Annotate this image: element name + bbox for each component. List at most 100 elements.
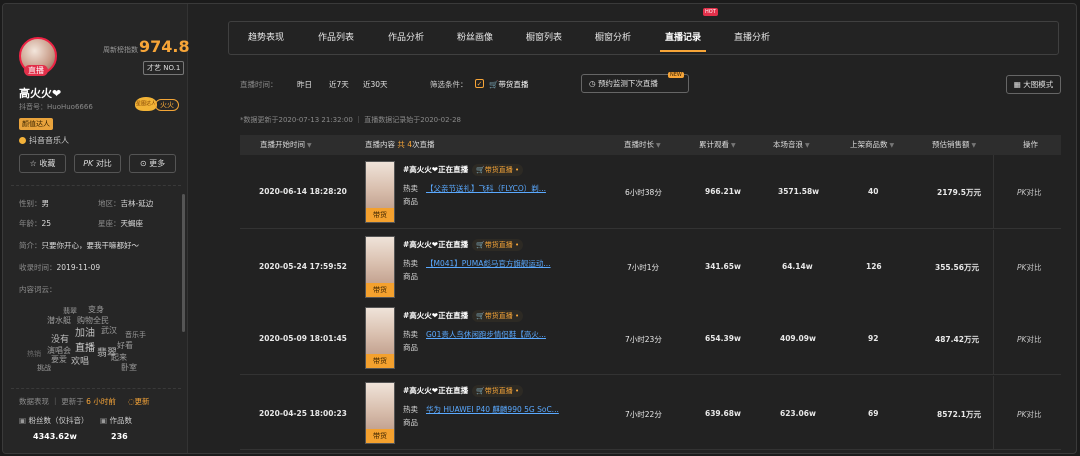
intro-info: 简介：只要你开心，要我干嘛都好～: [19, 241, 139, 250]
col-sound[interactable]: 本场音浪 ▼: [773, 135, 810, 156]
rank-badge: 才艺 NO.1: [143, 61, 185, 75]
cell-sales: 355.56万元: [935, 263, 979, 272]
cell-start: 2020-05-09 18:01:45: [259, 334, 347, 343]
hot-label: 热卖: [403, 259, 418, 268]
tab-works-list[interactable]: 作品列表: [307, 22, 365, 54]
live-thumbnail[interactable]: 带货: [365, 382, 395, 444]
cell-start: 2020-06-14 18:28:20: [259, 187, 347, 196]
compare-link[interactable]: PK对比: [1017, 187, 1041, 198]
thumb-label: 带货: [366, 429, 394, 443]
sort-icon: ▼: [805, 142, 810, 149]
favorite-label: 收藏: [39, 159, 56, 168]
table-row[interactable]: 2020-04-25 18:00:23 带货 #高火火❤正在直播 🛒带货直播 • …: [240, 376, 1061, 450]
live-tag: 🛒带货直播 •: [472, 239, 524, 251]
condition-label: 筛选条件：: [430, 80, 468, 89]
live-title[interactable]: #高火火❤正在直播 🛒带货直播 •: [403, 164, 524, 176]
more-button[interactable]: ⊙ 更多: [129, 154, 176, 173]
data-update-note: *数据更新于2020-07-13 21:32:00 ｜ 直播数据记录始于2020…: [240, 116, 461, 124]
hot-label: 热卖: [403, 330, 418, 339]
cloud-word: 直播: [75, 343, 95, 354]
gender-info: 性别：男: [19, 199, 49, 208]
compare-link[interactable]: PK对比: [1017, 409, 1041, 420]
table-row[interactable]: 2020-06-14 18:28:20 带货 #高火火❤正在直播 🛒带货直播 • …: [240, 155, 1061, 229]
cell-start: 2020-05-24 17:59:52: [259, 262, 347, 271]
live-thumbnail[interactable]: 带货: [365, 236, 395, 298]
live-tag: 🛒带货直播 •: [472, 164, 524, 176]
cell-sound: 3571.58w: [778, 187, 820, 196]
live-title[interactable]: #高火火❤正在直播 🛒带货直播 •: [403, 239, 524, 251]
cloud-word: 武汉: [101, 326, 117, 335]
live-tag: 🛒带货直播 •: [472, 310, 524, 322]
cell-views: 341.65w: [705, 262, 741, 271]
cell-sound: 64.14w: [782, 262, 813, 271]
tab-window-analysis[interactable]: 橱窗分析: [584, 22, 642, 54]
cell-views: 654.39w: [705, 334, 741, 343]
thumb-label: 带货: [366, 283, 394, 297]
col-sales[interactable]: 预估销售额 ▼: [932, 135, 976, 156]
time-option-30d[interactable]: 近30天: [363, 79, 388, 90]
divider: [993, 230, 994, 304]
col-views[interactable]: 累计观看 ▼: [699, 135, 736, 156]
hot-label: 热卖: [403, 184, 418, 193]
tab-live-analysis[interactable]: 直播分析: [723, 22, 781, 54]
word-cloud: 翡翠 变身 潜水艇 购物全民 加油 武汉 音乐手 没有 直播 好看 热销 演唱会…: [27, 302, 163, 377]
live-thumbnail[interactable]: 带货: [365, 161, 395, 223]
product-link[interactable]: 【M041】PUMA彪马官方旗舰运动...: [426, 258, 551, 269]
fans-value: 4343.62w: [33, 432, 77, 441]
cloud-word: 加油: [75, 328, 95, 339]
time-option-7d[interactable]: 近7天: [329, 79, 349, 90]
cell-views: 639.68w: [705, 409, 741, 418]
col-start[interactable]: 直播开始时间 ▼: [260, 135, 312, 156]
col-items[interactable]: 上架商品数 ▼: [850, 135, 894, 156]
more-label: 更多: [149, 159, 166, 168]
tab-window-list[interactable]: 橱窗列表: [515, 22, 573, 54]
product-link[interactable]: 华为 HUAWEI P40 麒麟990 5G SoC...: [426, 404, 559, 415]
live-sales-checkbox[interactable]: ✓: [475, 79, 484, 88]
zodiac-info: 星座：天蝎座: [98, 219, 143, 228]
profile-uid: 抖音号：HuoHuo6666: [19, 103, 93, 111]
app-window: 直播 周新榜指数 974.8 才艺 NO.1 高火火❤ 抖音号：HuoHuo66…: [2, 3, 1077, 454]
favorite-button[interactable]: ☆ 收藏: [19, 154, 66, 173]
tab-works-analysis[interactable]: 作品分析: [377, 22, 435, 54]
sidebar-scrollbar[interactable]: [182, 194, 185, 332]
cell-sales: 487.42万元: [935, 335, 979, 344]
cloud-word: 变身: [88, 305, 104, 314]
tab-live-records[interactable]: 直播记录: [654, 22, 712, 54]
tab-bar: 趋势表现 作品列表 作品分析 粉丝画像 橱窗列表 橱窗分析 直播记录 直播分析: [228, 21, 1059, 55]
col-duration[interactable]: 直播时长 ▼: [624, 135, 661, 156]
compare-link[interactable]: PK对比: [1017, 262, 1041, 273]
product-sub: 商品: [403, 343, 418, 352]
compare-button[interactable]: PK 对比: [74, 154, 121, 173]
category-label: 抖音音乐人: [29, 136, 69, 145]
time-option-yesterday[interactable]: 昨日: [297, 79, 312, 90]
col-op: 操作: [1023, 140, 1038, 149]
table-row[interactable]: 2020-05-24 17:59:52 带货 #高火火❤正在直播 🛒带货直播 • …: [240, 230, 1061, 304]
tab-trend[interactable]: 趋势表现: [237, 22, 295, 54]
compare-link[interactable]: PK对比: [1017, 334, 1041, 345]
profile-tag: 颜值达人: [19, 118, 53, 130]
product-link[interactable]: G01贵人鸟休闲跑步情侣鞋【高火...: [426, 329, 546, 340]
crown-icon: 星图达人: [135, 97, 157, 111]
sort-icon: ▼: [656, 142, 661, 149]
live-title[interactable]: #高火火❤正在直播 🛒带货直播 •: [403, 385, 524, 397]
grid-icon: ▦: [1013, 80, 1024, 89]
cloud-word: 欢唱: [71, 357, 90, 367]
cart-icon: 🛒: [489, 80, 499, 89]
table-row[interactable]: 2020-05-09 18:01:45 带货 #高火火❤正在直播 🛒带货直播 • …: [240, 301, 1061, 375]
table-header: 直播开始时间 ▼ 直播内容 共 4次直播 直播时长 ▼ 累计观看 ▼ 本场音浪 ▼ 上架…: [240, 135, 1061, 155]
cell-duration: 7小时1分: [627, 263, 660, 272]
live-badge: 直播: [24, 65, 48, 76]
product-link[interactable]: 【父亲节送礼】飞科（FLYCO）剃...: [426, 183, 546, 194]
live-thumbnail[interactable]: 带货: [365, 307, 395, 369]
product-sub: 商品: [403, 418, 418, 427]
cell-items: 92: [868, 334, 879, 343]
tab-fans[interactable]: 粉丝画像: [446, 22, 504, 54]
update-button[interactable]: ◌更新: [128, 396, 150, 407]
big-image-mode-button[interactable]: ▦ 大图模式: [1006, 75, 1061, 94]
cloud-word: 要爱: [51, 355, 67, 364]
region-info: 地区：吉林-延边: [98, 199, 154, 208]
live-title[interactable]: #高火火❤正在直播 🛒带货直播 •: [403, 310, 524, 322]
sort-icon: ▼: [307, 142, 312, 149]
cell-sales: 8572.1万元: [937, 410, 981, 419]
condition-option[interactable]: 🛒带货直播: [489, 79, 528, 90]
